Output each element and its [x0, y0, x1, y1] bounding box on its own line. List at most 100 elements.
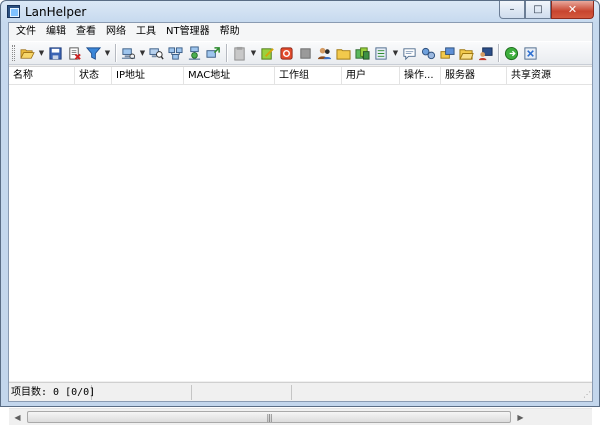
window-title: LanHelper	[25, 5, 87, 19]
folder-icon	[336, 48, 351, 60]
toolbar-grip[interactable]	[12, 45, 15, 61]
exit-icon	[524, 46, 537, 60]
maximize-button[interactable]: □	[525, 1, 551, 19]
delete-list-button[interactable]	[65, 43, 84, 63]
share-button[interactable]	[438, 43, 457, 63]
app-window: LanHelper – □ ✕ 文件 编辑 查看 网络 工具 NT管理器 帮助 …	[0, 0, 600, 425]
list-view-button[interactable]	[372, 43, 391, 63]
column-name[interactable]: 名称	[9, 67, 75, 85]
menu-view[interactable]: 查看	[71, 23, 101, 41]
grey-box-icon	[300, 47, 311, 59]
toolbar-separator	[498, 44, 499, 62]
caption-buttons: – □ ✕	[499, 1, 594, 20]
filter-button[interactable]	[84, 43, 103, 63]
scan-network-button[interactable]	[119, 43, 138, 63]
menu-edit[interactable]: 编辑	[41, 23, 71, 41]
column-mac-address[interactable]: MAC地址	[184, 67, 275, 85]
menu-file[interactable]: 文件	[11, 23, 41, 41]
minimize-button[interactable]: –	[499, 1, 525, 19]
column-shared-resources[interactable]: 共享资源	[507, 67, 592, 85]
power-icon	[504, 46, 519, 60]
computer-search-button[interactable]	[147, 43, 166, 63]
network-link-button[interactable]	[419, 43, 438, 63]
save-icon	[49, 46, 62, 60]
column-workgroup[interactable]: 工作组	[275, 67, 342, 85]
message-button[interactable]	[400, 43, 419, 63]
computer-search-icon	[149, 47, 164, 60]
filter-dropdown-arrow[interactable]: ▼	[103, 43, 112, 63]
network-neighbors-icon	[188, 45, 201, 60]
filter-icon	[86, 46, 101, 60]
network-link-icon	[421, 47, 436, 59]
network-neighbors-button[interactable]	[185, 43, 204, 63]
computers-icon	[168, 46, 183, 60]
column-server[interactable]: 服务器	[441, 67, 507, 85]
delete-list-icon	[69, 46, 81, 60]
open-folder-icon	[20, 48, 35, 59]
share-icon	[440, 46, 455, 59]
item-count-status: 项目数: 0 [0/0]	[11, 384, 96, 400]
status-pane-2	[92, 384, 192, 400]
status-bar: 项目数: 0 [0/0] ⋰	[9, 382, 592, 401]
open-dropdown-arrow[interactable]: ▼	[37, 43, 46, 63]
close-button[interactable]: ✕	[551, 1, 594, 19]
clipboard-icon	[234, 46, 245, 61]
scroll-corner	[528, 409, 592, 425]
menu-tools[interactable]: 工具	[131, 23, 161, 41]
list-view-icon	[375, 46, 387, 60]
column-user[interactable]: 用户	[342, 67, 400, 85]
clipboard-dropdown-arrow[interactable]: ▼	[249, 43, 258, 63]
scroll-left-arrow[interactable]: ◀	[9, 409, 26, 425]
resize-grip-icon[interactable]: ⋰	[581, 390, 591, 400]
column-operating-system[interactable]: 操作...	[400, 67, 441, 85]
grey-box-button[interactable]	[296, 43, 315, 63]
stop-icon	[280, 46, 293, 60]
send-computer-button[interactable]	[204, 43, 223, 63]
user-computer-icon	[478, 46, 493, 60]
open-share-button[interactable]	[457, 43, 476, 63]
power-button[interactable]	[502, 43, 521, 63]
client-area: 文件 编辑 查看 网络 工具 NT管理器 帮助 ▼ ▼ ▼ ▼ ▼ 名称 状态 …	[8, 22, 593, 425]
users-button[interactable]	[315, 43, 334, 63]
column-ip-address[interactable]: IP地址	[112, 67, 184, 85]
exit-button[interactable]	[521, 43, 540, 63]
colors-icon	[355, 46, 370, 60]
open-folder-button[interactable]	[18, 43, 37, 63]
scroll-right-arrow[interactable]: ▶	[512, 409, 529, 425]
scroll-grip-icon: |||	[266, 412, 272, 422]
minimize-icon: –	[509, 4, 515, 15]
save-button[interactable]	[46, 43, 65, 63]
close-icon: ✕	[567, 3, 578, 16]
menu-nt-manager[interactable]: NT管理器	[161, 23, 215, 41]
status-pane-3	[192, 384, 292, 400]
list-view-dropdown-arrow[interactable]: ▼	[391, 43, 400, 63]
scroll-thumb[interactable]: |||	[27, 411, 511, 423]
menu-bar: 文件 编辑 查看 网络 工具 NT管理器 帮助	[9, 23, 592, 41]
scan-network-icon	[121, 47, 136, 59]
list-header: 名称 状态 IP地址 MAC地址 工作组 用户 操作... 服务器 共享资源	[9, 67, 592, 85]
lanhelper-app-icon[interactable]	[7, 5, 20, 18]
edit-note-button[interactable]	[258, 43, 277, 63]
stop-button[interactable]	[277, 43, 296, 63]
scan-dropdown-arrow[interactable]: ▼	[138, 43, 147, 63]
maximize-icon: □	[533, 4, 543, 15]
folder-button[interactable]	[334, 43, 353, 63]
computers-button[interactable]	[166, 43, 185, 63]
message-icon	[403, 47, 416, 60]
colors-button[interactable]	[353, 43, 372, 63]
open-share-icon	[459, 48, 474, 60]
menu-network[interactable]: 网络	[101, 23, 131, 41]
user-computer-button[interactable]	[476, 43, 495, 63]
send-computer-icon	[206, 46, 220, 58]
users-icon	[317, 47, 332, 59]
toolbar-separator	[226, 44, 227, 62]
horizontal-scrollbar[interactable]: ◀ ||| ▶	[9, 408, 592, 425]
edit-note-icon	[261, 47, 274, 60]
toolbar-separator	[115, 44, 116, 62]
clipboard-button[interactable]	[230, 43, 249, 63]
column-status[interactable]: 状态	[75, 67, 112, 85]
title-bar[interactable]: LanHelper – □ ✕	[1, 1, 599, 22]
toolbar: ▼ ▼ ▼ ▼ ▼	[9, 41, 592, 65]
computer-list[interactable]: 名称 状态 IP地址 MAC地址 工作组 用户 操作... 服务器 共享资源 ◀…	[9, 66, 592, 425]
menu-help[interactable]: 帮助	[215, 23, 245, 41]
